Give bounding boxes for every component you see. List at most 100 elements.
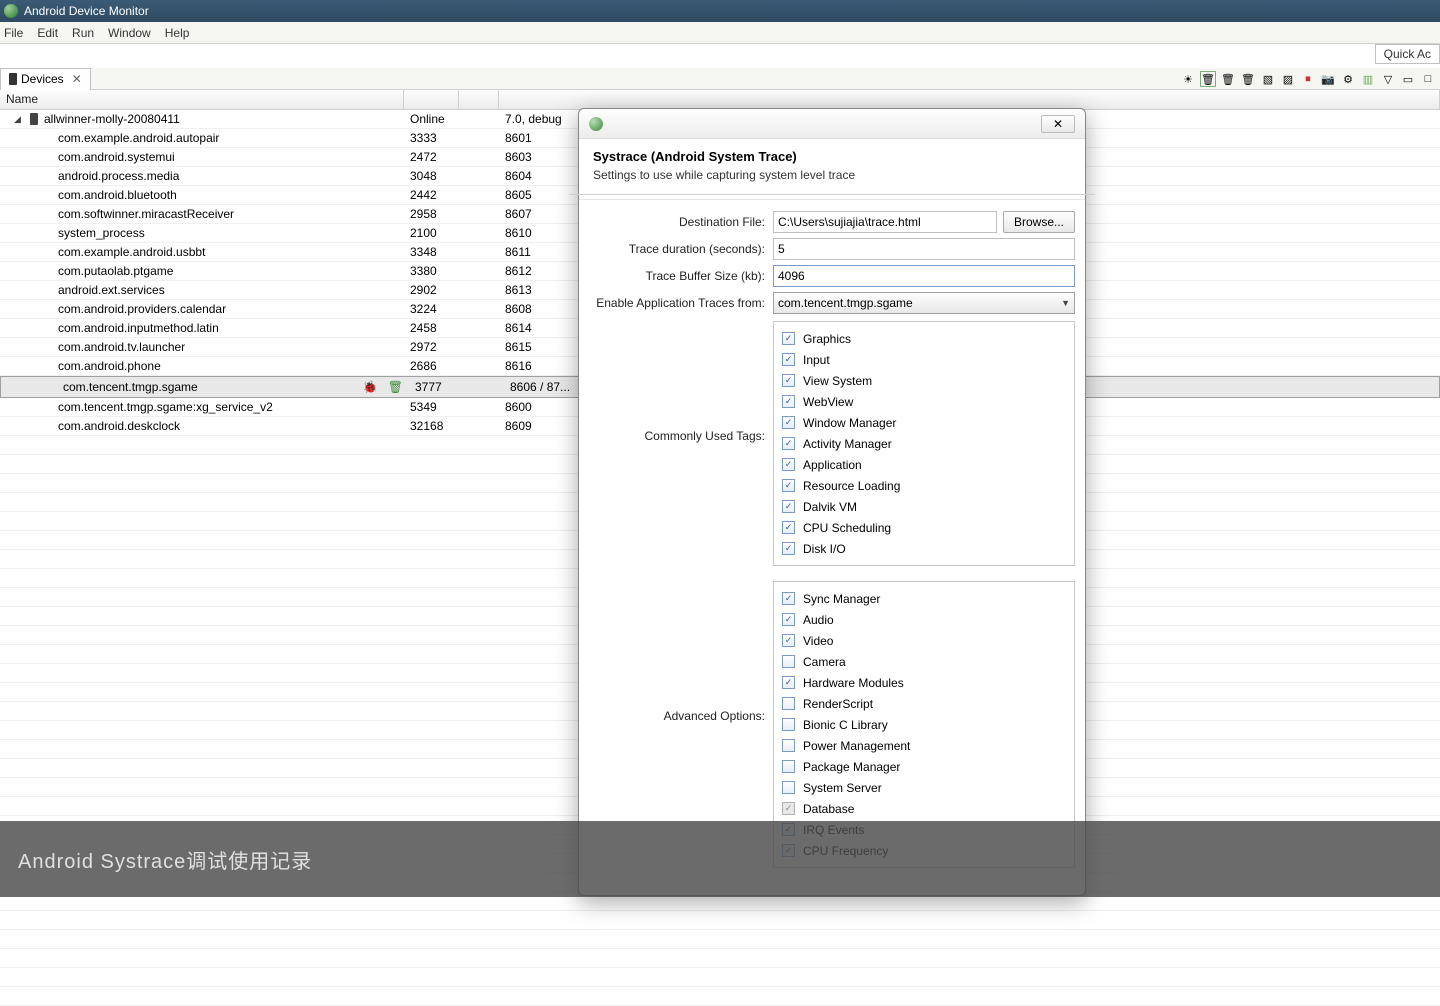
checkbox-icon[interactable] xyxy=(782,739,795,752)
label-buffer: Trace Buffer Size (kb): xyxy=(589,269,773,283)
checkbox-icon[interactable]: ✓ xyxy=(782,437,795,450)
tag-row[interactable]: ✓ Graphics xyxy=(782,328,1066,349)
empty-row xyxy=(0,930,1440,949)
dialog-titlebar[interactable]: ✕ xyxy=(579,109,1085,139)
footer-banner: Android Systrace调试使用记录 xyxy=(0,821,1440,897)
tab-devices[interactable]: Devices ✕ xyxy=(0,68,91,90)
enable-traces-value: com.tencent.tmgp.sgame xyxy=(778,296,913,310)
buffer-input[interactable] xyxy=(773,265,1075,287)
tag-row[interactable]: ✓ Dalvik VM xyxy=(782,496,1066,517)
col-2[interactable] xyxy=(404,90,459,109)
checkbox-icon[interactable] xyxy=(782,655,795,668)
checkbox-icon[interactable]: ✓ xyxy=(782,479,795,492)
col-3[interactable] xyxy=(459,90,499,109)
menu-window[interactable]: Window xyxy=(108,26,151,40)
tag-row[interactable]: System Server xyxy=(782,777,1066,798)
checkbox-icon[interactable]: ✓ xyxy=(782,374,795,387)
chevron-down-icon[interactable]: ▽ xyxy=(1380,71,1396,87)
tag-label: View System xyxy=(803,374,872,388)
common-tags-box: ✓ Graphics ✓ Input ✓ View System ✓ WebVi… xyxy=(773,321,1075,566)
trash3-icon[interactable]: 🗑 xyxy=(1240,71,1256,87)
tag-label: RenderScript xyxy=(803,697,873,711)
footer-text: Android Systrace调试使用记录 xyxy=(18,845,312,874)
checkbox-icon[interactable]: ✓ xyxy=(782,802,795,815)
tag-row[interactable]: ✓ Video xyxy=(782,630,1066,651)
browse-button[interactable]: Browse... xyxy=(1003,211,1075,233)
empty-row xyxy=(0,968,1440,987)
checkbox-icon[interactable] xyxy=(782,781,795,794)
layers2-icon[interactable]: ▨ xyxy=(1280,71,1296,87)
checkbox-icon[interactable]: ✓ xyxy=(782,353,795,366)
col-4[interactable] xyxy=(499,90,1440,109)
tab-devices-label: Devices xyxy=(21,72,64,86)
checkbox-icon[interactable]: ✓ xyxy=(782,416,795,429)
tag-row[interactable]: ✓ Hardware Modules xyxy=(782,672,1066,693)
camera-icon[interactable]: 📷 xyxy=(1320,71,1336,87)
tag-row[interactable]: ✓ Window Manager xyxy=(782,412,1066,433)
checkbox-icon[interactable]: ✓ xyxy=(782,458,795,471)
gear-icon[interactable]: ⚙ xyxy=(1340,71,1356,87)
tag-label: Input xyxy=(803,353,830,367)
checkbox-icon[interactable]: ✓ xyxy=(782,500,795,513)
tag-row[interactable]: ✓ Database xyxy=(782,798,1066,819)
tag-row[interactable]: ✓ View System xyxy=(782,370,1066,391)
checkbox-icon[interactable]: ✓ xyxy=(782,676,795,689)
tag-row[interactable]: ✓ Activity Manager xyxy=(782,433,1066,454)
tag-row[interactable]: Camera xyxy=(782,651,1066,672)
tag-row[interactable]: ✓ Audio xyxy=(782,609,1066,630)
checkbox-icon[interactable]: ✓ xyxy=(782,634,795,647)
menu-file[interactable]: File xyxy=(4,26,23,40)
checkbox-icon[interactable]: ✓ xyxy=(782,613,795,626)
label-enable: Enable Application Traces from: xyxy=(589,296,773,310)
tag-label: Graphics xyxy=(803,332,851,346)
checkbox-icon[interactable] xyxy=(782,718,795,731)
tag-row[interactable]: Package Manager xyxy=(782,756,1066,777)
bars-icon[interactable]: ▥ xyxy=(1360,71,1376,87)
tag-label: System Server xyxy=(803,781,882,795)
trash-icon[interactable]: 🗑 xyxy=(1200,71,1216,87)
enable-traces-select[interactable]: com.tencent.tmgp.sgame ▼ xyxy=(773,292,1075,314)
menu-edit[interactable]: Edit xyxy=(37,26,58,40)
tag-row[interactable]: ✓ Input xyxy=(782,349,1066,370)
checkbox-icon[interactable] xyxy=(782,760,795,773)
device-icon xyxy=(30,113,38,125)
tag-label: Audio xyxy=(803,613,834,627)
dialog-header: Systrace (Android System Trace) Settings… xyxy=(579,139,1085,190)
tag-label: WebView xyxy=(803,395,853,409)
tag-row[interactable]: ✓ Resource Loading xyxy=(782,475,1066,496)
menu-run[interactable]: Run xyxy=(72,26,94,40)
menu-help[interactable]: Help xyxy=(165,26,190,40)
tag-row[interactable]: Bionic C Library xyxy=(782,714,1066,735)
checkbox-icon[interactable]: ✓ xyxy=(782,592,795,605)
col-name[interactable]: Name xyxy=(0,90,404,109)
checkbox-icon[interactable]: ✓ xyxy=(782,542,795,555)
tag-row[interactable]: Power Management xyxy=(782,735,1066,756)
minimize-icon[interactable]: ▭ xyxy=(1400,71,1416,87)
sun-icon[interactable]: ☀ xyxy=(1180,71,1196,87)
checkbox-icon[interactable]: ✓ xyxy=(782,521,795,534)
duration-input[interactable] xyxy=(773,238,1075,260)
chevron-down-icon: ▼ xyxy=(1061,298,1070,308)
tag-row[interactable]: ✓ Application xyxy=(782,454,1066,475)
close-icon[interactable]: ✕ xyxy=(72,72,82,86)
tag-row[interactable]: ✓ Disk I/O xyxy=(782,538,1066,559)
dialog-subtitle: Settings to use while capturing system l… xyxy=(593,168,1071,182)
tag-label: Activity Manager xyxy=(803,437,892,451)
checkbox-icon[interactable]: ✓ xyxy=(782,332,795,345)
destination-input[interactable] xyxy=(773,211,997,233)
tag-row[interactable]: ✓ WebView xyxy=(782,391,1066,412)
maximize-icon[interactable]: □ xyxy=(1420,71,1436,87)
checkbox-icon[interactable] xyxy=(782,697,795,710)
dialog-close-button[interactable]: ✕ xyxy=(1041,115,1075,133)
checkbox-icon[interactable]: ✓ xyxy=(782,395,795,408)
label-duration: Trace duration (seconds): xyxy=(589,242,773,256)
label-destination: Destination File: xyxy=(589,215,773,229)
layers-icon[interactable]: ▧ xyxy=(1260,71,1276,87)
tag-row[interactable]: ✓ CPU Scheduling xyxy=(782,517,1066,538)
tag-row[interactable]: ✓ Sync Manager xyxy=(782,588,1066,609)
quick-access[interactable]: Quick Ac xyxy=(1375,44,1440,64)
tag-row[interactable]: RenderScript xyxy=(782,693,1066,714)
trash2-icon[interactable]: 🗑 xyxy=(1220,71,1236,87)
devices-tab-strip: Devices ✕ ☀ 🗑 🗑 🗑 ▧ ▨ ⏹ 📷 ⚙ ▥ ▽ ▭ □ xyxy=(0,68,1440,90)
stop-icon[interactable]: ⏹ xyxy=(1300,71,1316,87)
